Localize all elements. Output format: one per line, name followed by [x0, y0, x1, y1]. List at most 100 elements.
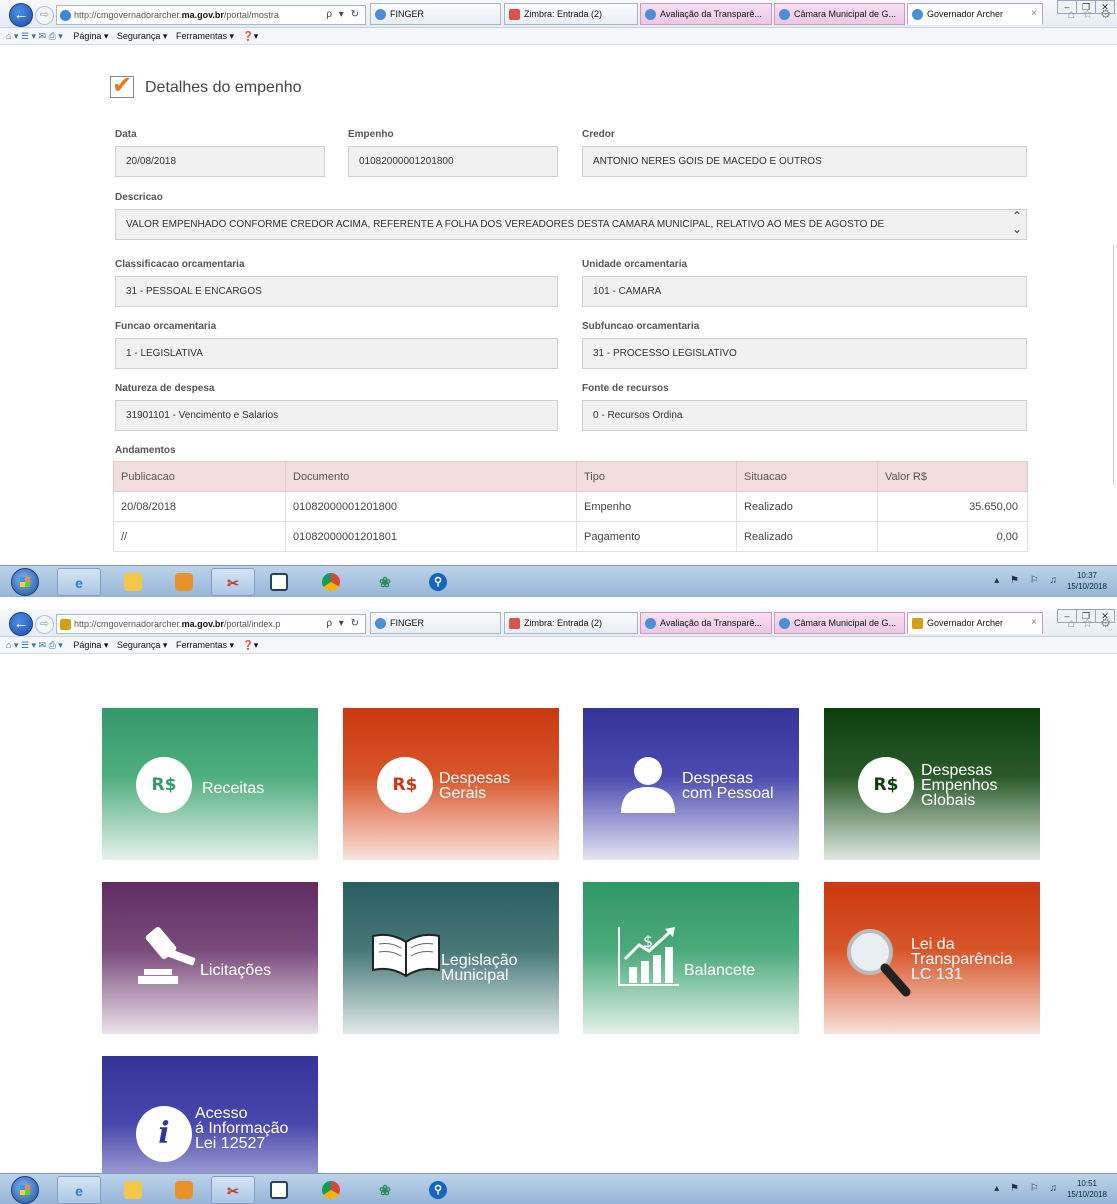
- classificacao-field: 31 - PESSOAL E ENCARGOS: [115, 276, 558, 307]
- taskbar-ie[interactable]: e: [57, 568, 101, 596]
- help-icon[interactable]: ❓▾: [243, 31, 259, 41]
- descricao-field[interactable]: VALOR EMPENHADO CONFORME CREDOR ACIMA, R…: [115, 209, 1027, 240]
- tile-balancete[interactable]: $ Balancete: [583, 882, 799, 1034]
- menu-seguranca[interactable]: Segurança ▾: [117, 640, 168, 650]
- textarea-scroll-arrows-icon[interactable]: ⌃ ⌄: [1012, 210, 1022, 236]
- tile-despesas-empenhos-globais[interactable]: R$ Despesas Empenhos Globais: [824, 708, 1040, 860]
- taskbar-writer[interactable]: [258, 568, 302, 596]
- taskbar-search[interactable]: ⚲: [417, 1176, 461, 1204]
- taskbar-media[interactable]: [163, 568, 207, 596]
- ie-favicon-icon: [60, 10, 71, 21]
- column-header: Valor R$: [877, 461, 1028, 492]
- forward-icon[interactable]: ⇨: [35, 615, 54, 634]
- taskbar-chrome[interactable]: [310, 568, 354, 596]
- tab-governador[interactable]: Governador Archer ×: [907, 3, 1043, 25]
- checkbox-icon: [110, 71, 134, 100]
- menu-pagina[interactable]: Página ▾: [73, 640, 108, 650]
- site-favicon-icon: [912, 618, 923, 629]
- ie-icon: e: [75, 575, 83, 591]
- book-icon: [372, 933, 440, 978]
- taskbar-search[interactable]: ⚲: [417, 568, 461, 596]
- info-icon: i: [136, 1106, 192, 1162]
- taskbar-explorer[interactable]: [112, 568, 156, 596]
- tab-avaliacao[interactable]: Avaliação da Transparê...: [640, 3, 772, 25]
- command-icons[interactable]: ⌂ ▾ ☰ ▾ ✉ ⎙ ▾: [6, 640, 63, 650]
- ie-icon: e: [75, 1183, 83, 1199]
- search-icon: ⚲: [429, 1181, 447, 1199]
- tile-despesas-gerais[interactable]: R$ Despesas Gerais: [343, 708, 559, 860]
- tile-legislacao-municipal[interactable]: Legislação Municipal: [343, 882, 559, 1034]
- taskbar-writer[interactable]: [258, 1176, 302, 1204]
- tab-camara[interactable]: Câmara Municipal de G...: [774, 612, 905, 634]
- tab-avaliacao[interactable]: Avaliação da Transparê...: [640, 612, 772, 634]
- close-tab-icon[interactable]: ×: [1031, 613, 1037, 633]
- magnifier-icon: [847, 929, 911, 997]
- data-field: 20/08/2018: [115, 146, 325, 177]
- address-bar[interactable]: http://cmgovernadorarcher.ma.gov.br/port…: [56, 614, 366, 634]
- taskbar-app[interactable]: ❀: [364, 568, 408, 596]
- folder-icon: [124, 1181, 142, 1199]
- taskbar-chrome[interactable]: [310, 1176, 354, 1204]
- table-cell: Realizado: [736, 521, 878, 552]
- scissors-icon: ✂: [227, 575, 239, 591]
- command-bar: ⌂ ▾ ☰ ▾ ✉ ⎙ ▾ Página ▾ Segurança ▾ Ferra…: [0, 637, 1117, 654]
- tab-zimbra[interactable]: Zimbra: Entrada (2): [504, 612, 638, 634]
- real-currency-icon: R$: [858, 757, 914, 813]
- taskbar-ie[interactable]: e: [57, 1176, 101, 1204]
- andamentos-table: Publicacao Documento Tipo Situacao Valor…: [113, 461, 1028, 552]
- help-icon[interactable]: ❓▾: [243, 640, 259, 650]
- navigation-bar: ← ⇨ http://cmgovernadorarcher.ma.gov.br/…: [0, 0, 1117, 28]
- zimbra-icon: [509, 618, 520, 629]
- home-favorites-settings-icons[interactable]: ⌂ ☆ ⚙: [1068, 616, 1113, 630]
- tile-lei-transparencia[interactable]: Lei da Transparência LC 131: [824, 882, 1040, 1034]
- back-icon[interactable]: ←: [9, 612, 33, 636]
- system-tray-icons[interactable]: ▴ ⚑ ⚐ ♫: [994, 1183, 1061, 1194]
- start-button[interactable]: [11, 568, 39, 596]
- forward-icon[interactable]: ⇨: [35, 6, 54, 25]
- table-cell: 0,00: [877, 521, 1028, 552]
- back-icon[interactable]: ←: [9, 3, 33, 27]
- column-header: Tipo: [576, 461, 737, 492]
- start-button[interactable]: [11, 1176, 39, 1204]
- tab-zimbra[interactable]: Zimbra: Entrada (2): [504, 3, 638, 25]
- clock[interactable]: 10:37 15/10/2018: [1063, 570, 1111, 592]
- tile-receitas[interactable]: R$ Receitas: [102, 708, 318, 860]
- table-row: // 01082000001201801 Pagamento Realizado…: [113, 521, 1028, 552]
- taskbar-media[interactable]: [163, 1176, 207, 1204]
- menu-ferramentas[interactable]: Ferramentas ▾: [176, 31, 234, 41]
- site-favicon-icon: [60, 619, 71, 630]
- classificacao-label: Classificacao orcamentaria: [115, 259, 245, 270]
- address-bar[interactable]: http://cmgovernadorarcher.ma.gov.br/port…: [56, 5, 366, 25]
- empenho-label: Empenho: [348, 129, 394, 140]
- growth-chart-icon: $: [618, 927, 679, 986]
- page-scrollbar[interactable]: [1113, 245, 1117, 485]
- tile-licitacoes[interactable]: Licitações: [102, 882, 318, 1034]
- navigation-bar: ← ⇨ http://cmgovernadorarcher.ma.gov.br/…: [0, 609, 1117, 637]
- tab-finger[interactable]: FINGER: [370, 3, 501, 25]
- zimbra-icon: [509, 9, 520, 20]
- menu-pagina[interactable]: Página ▾: [73, 31, 108, 41]
- menu-seguranca[interactable]: Segurança ▾: [117, 31, 168, 41]
- tile-despesas-pessoal[interactable]: Despesas com Pessoal: [583, 708, 799, 860]
- clock[interactable]: 10:51 15/10/2018: [1063, 1178, 1111, 1200]
- taskbar-snipping[interactable]: ✂: [211, 568, 255, 596]
- tile-acesso-informacao[interactable]: i Acesso á Informação Lei 12527: [102, 1056, 318, 1173]
- taskbar-explorer[interactable]: [112, 1176, 156, 1204]
- close-tab-icon[interactable]: ×: [1031, 4, 1037, 24]
- tab-camara[interactable]: Câmara Municipal de G...: [774, 3, 905, 25]
- tab-governador[interactable]: Governador Archer ×: [907, 612, 1043, 634]
- ie-icon: [375, 618, 386, 629]
- address-tools[interactable]: ρ ▾ ↻: [326, 615, 361, 633]
- taskbar-app[interactable]: ❀: [364, 1176, 408, 1204]
- home-favorites-settings-icons[interactable]: ⌂ ☆ ⚙: [1068, 7, 1113, 21]
- real-currency-icon: R$: [136, 757, 192, 813]
- chrome-icon: [322, 573, 340, 591]
- menu-ferramentas[interactable]: Ferramentas ▾: [176, 640, 234, 650]
- table-cell: Realizado: [736, 491, 878, 522]
- taskbar-snipping[interactable]: ✂: [211, 1176, 255, 1204]
- command-icons[interactable]: ⌂ ▾ ☰ ▾ ✉ ⎙ ▾: [6, 31, 63, 41]
- address-tools[interactable]: ρ ▾ ↻: [326, 6, 361, 24]
- table-cell: Pagamento: [576, 521, 737, 552]
- tab-finger[interactable]: FINGER: [370, 612, 501, 634]
- system-tray-icons[interactable]: ▴ ⚑ ⚐ ♫: [994, 575, 1061, 586]
